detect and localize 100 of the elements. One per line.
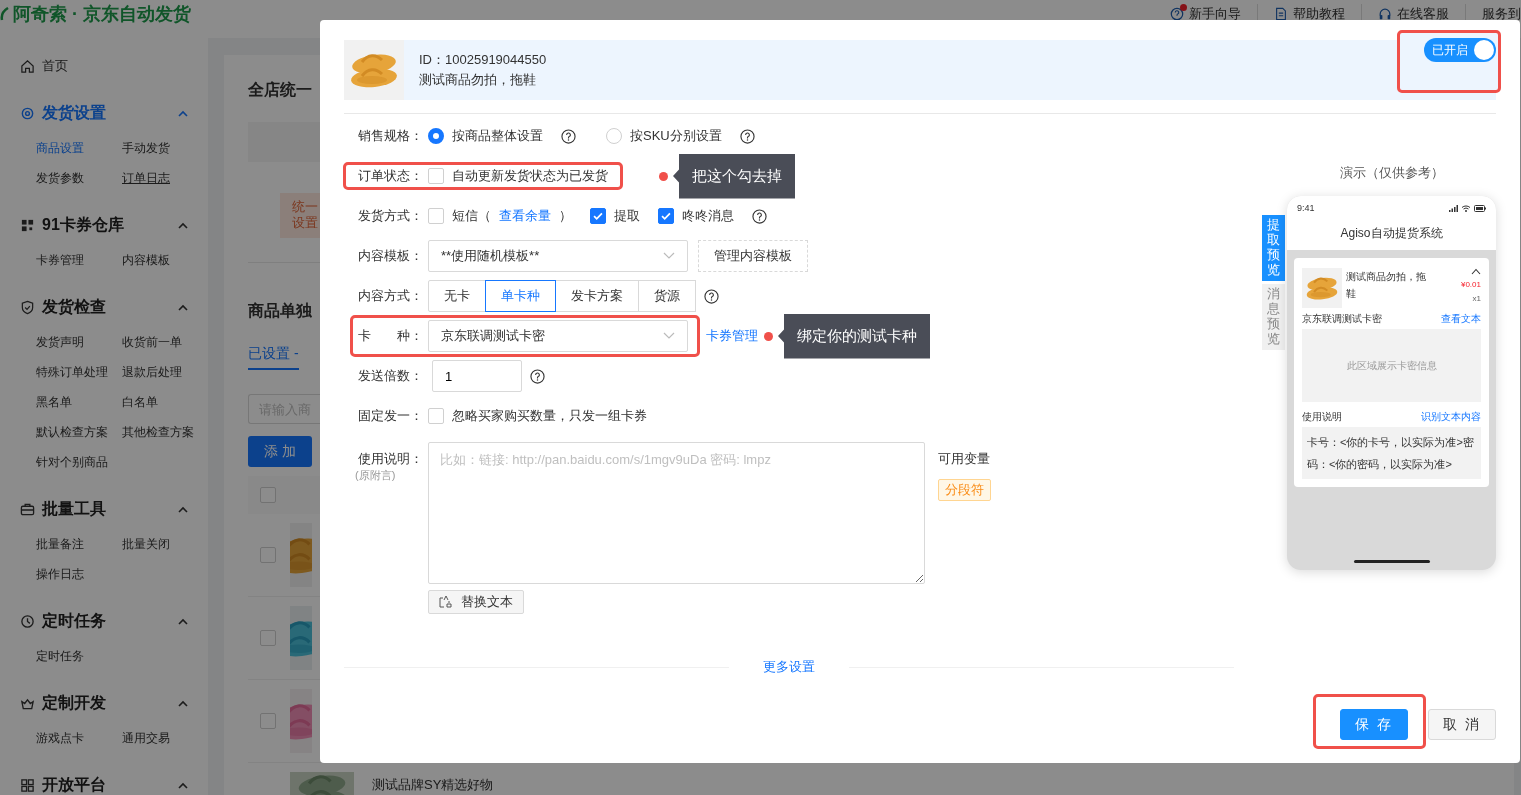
header-link[interactable]: 新手向导 bbox=[1154, 4, 1257, 24]
help-icon[interactable] bbox=[561, 128, 576, 144]
help-icon[interactable] bbox=[739, 128, 755, 144]
checkbox[interactable] bbox=[590, 208, 606, 224]
save-button[interactable]: 保 存 bbox=[1340, 709, 1409, 740]
sidebar-item[interactable]: 退款后处理 bbox=[122, 363, 182, 381]
sidebar-group-title[interactable]: 定制开发 bbox=[42, 692, 106, 714]
segment-button[interactable]: 发卡方案 bbox=[555, 280, 639, 312]
squares-icon bbox=[20, 777, 35, 793]
sidebar-item[interactable]: 游戏点卡 bbox=[36, 729, 84, 747]
sidebar-group-title[interactable]: 定时任务 bbox=[42, 610, 106, 632]
help-icon[interactable] bbox=[704, 288, 719, 304]
chevron-up-icon[interactable] bbox=[1471, 268, 1481, 275]
sidebar-item[interactable]: 批量关闭 bbox=[122, 535, 170, 553]
sidebar-item[interactable]: 商品设置 bbox=[36, 139, 84, 157]
help-icon[interactable] bbox=[530, 368, 545, 384]
replace-icon bbox=[439, 595, 453, 609]
sidebar-item[interactable]: 首页 bbox=[42, 57, 68, 75]
sidebar-group-title[interactable]: 91卡券仓库 bbox=[42, 214, 124, 236]
chevron-up-icon[interactable] bbox=[178, 303, 188, 311]
chevron-down-icon bbox=[663, 332, 675, 340]
sidebar-item[interactable]: 手动发货 bbox=[122, 139, 170, 157]
marker-dot bbox=[764, 331, 773, 341]
select-field[interactable]: 京东联调测试卡密 bbox=[428, 320, 688, 352]
instructions-field[interactable]: 比如：链接: http://pan.baidu.com/s/1mgv9uDa 密码: lmpz bbox=[428, 442, 925, 584]
checkbox-label[interactable]: 提取 bbox=[614, 207, 640, 225]
sidebar-item[interactable]: 针对个别商品 bbox=[36, 453, 108, 471]
preview-tab[interactable]: 提取预览 bbox=[1262, 215, 1285, 281]
cancel-button[interactable]: 取 消 bbox=[1428, 709, 1496, 740]
usage-text: 卡号：<你的卡号，以实际为准>密码：<你的密码，以实际为准> bbox=[1302, 427, 1481, 479]
product-name: 测试商品勿拍，拖鞋 bbox=[1346, 270, 1427, 301]
grid-icon bbox=[20, 217, 35, 233]
document-icon bbox=[1274, 7, 1288, 21]
marker-dot bbox=[659, 171, 668, 181]
sidebar-group-title[interactable]: 开放平台 bbox=[42, 774, 106, 795]
form-label: 内容方式： bbox=[358, 287, 424, 305]
radio-option[interactable]: 按SKU分别设置 bbox=[606, 127, 722, 145]
battery-icon bbox=[1474, 204, 1486, 212]
sidebar-item[interactable]: 默认检查方案 bbox=[36, 423, 108, 441]
chevron-up-icon[interactable] bbox=[178, 617, 188, 625]
view-balance-link[interactable]: 查看余量 bbox=[499, 207, 551, 225]
sidebar-item[interactable]: 收货前一单 bbox=[122, 333, 182, 351]
radio-button[interactable] bbox=[428, 128, 444, 144]
card-manage-link[interactable]: 卡券管理 bbox=[706, 327, 758, 345]
wifi-icon bbox=[1461, 204, 1471, 212]
headset-icon bbox=[1378, 7, 1392, 21]
page-title: 全店统一 bbox=[248, 80, 312, 100]
form-label: 卡 种： bbox=[358, 327, 424, 345]
radio-option[interactable]: 按商品整体设置 bbox=[428, 127, 543, 145]
sidebar-group-title[interactable]: 发货设置 bbox=[42, 102, 106, 124]
sidebar-item[interactable]: 定时任务 bbox=[36, 647, 84, 665]
checkbox-label[interactable]: 咚咚消息 bbox=[682, 207, 734, 225]
variables-title: 可用变量 bbox=[938, 451, 990, 467]
chevron-up-icon[interactable] bbox=[178, 505, 188, 513]
number-field[interactable]: 1 bbox=[432, 360, 522, 392]
tab[interactable]: 已设置 - bbox=[248, 344, 299, 370]
replace-text-button[interactable]: 替换文本 bbox=[428, 590, 524, 614]
sidebar-item[interactable]: 白名单 bbox=[122, 393, 158, 411]
form-sublabel: (原附言) bbox=[355, 468, 397, 483]
checkbox[interactable] bbox=[658, 208, 674, 224]
form-label: 发送倍数： bbox=[358, 367, 424, 385]
manage-templates-button[interactable]: 管理内容模板 bbox=[698, 240, 808, 272]
sidebar-item[interactable]: 卡券管理 bbox=[36, 251, 84, 269]
logo-text: 阿奇索 · 京东自动发货 bbox=[13, 3, 191, 26]
toggle-switch[interactable]: 已开启 bbox=[1424, 38, 1496, 62]
segment-button[interactable]: 货源 bbox=[638, 280, 696, 312]
preview-tab[interactable]: 消息预览 bbox=[1262, 283, 1285, 350]
sidebar-item[interactable]: 批量备注 bbox=[36, 535, 84, 553]
card-name: 京东联调测试卡密 bbox=[1302, 312, 1382, 326]
sidebar-item[interactable]: 发货参数 bbox=[36, 169, 84, 187]
select-field[interactable]: **使用随机模板** bbox=[428, 240, 688, 272]
chevron-up-icon[interactable] bbox=[178, 221, 188, 229]
signal-icon bbox=[1449, 204, 1458, 212]
sidebar-item[interactable]: 订单日志 bbox=[122, 169, 170, 187]
more-settings-link[interactable]: 更多设置 bbox=[763, 658, 815, 676]
sidebar-item[interactable]: 特殊订单处理 bbox=[36, 363, 108, 381]
sidebar-item[interactable]: 其他检查方案 bbox=[122, 423, 194, 441]
sidebar-item[interactable]: 黑名单 bbox=[36, 393, 72, 411]
callout-tooltip: 绑定你的测试卡种 bbox=[778, 313, 930, 359]
card-info-field: 此区域展示卡密信息 bbox=[1302, 329, 1481, 402]
help-icon[interactable] bbox=[752, 208, 767, 224]
add-button[interactable]: 添 加 bbox=[248, 436, 312, 467]
segment-button[interactable]: 单卡种 bbox=[485, 280, 556, 312]
chevron-up-icon[interactable] bbox=[178, 781, 188, 789]
sidebar-group-title[interactable]: 发货检查 bbox=[42, 296, 106, 318]
segment-button[interactable]: 无卡 bbox=[428, 280, 486, 312]
recognize-text-link[interactable]: 识别文本内容 bbox=[1421, 410, 1481, 424]
sidebar-group-title[interactable]: 批量工具 bbox=[42, 498, 106, 520]
chevron-up-icon[interactable] bbox=[178, 699, 188, 707]
sidebar-item[interactable]: 操作日志 bbox=[36, 565, 84, 583]
checkbox-label[interactable]: 自动更新发货状态为已发货 bbox=[452, 167, 608, 185]
checkbox-label[interactable]: 忽略买家购买数量，只发一组卡券 bbox=[452, 407, 647, 425]
form-label: 订单状态： bbox=[358, 167, 424, 185]
sidebar-item[interactable]: 内容模板 bbox=[122, 251, 170, 269]
sidebar-item[interactable]: 通用交易 bbox=[122, 729, 170, 747]
checkbox-label[interactable]: 短信（ 查看余量 ） bbox=[452, 207, 572, 225]
clock-icon bbox=[20, 613, 35, 629]
sidebar-item[interactable]: 发货声明 bbox=[36, 333, 84, 351]
view-text-link[interactable]: 查看文本 bbox=[1441, 312, 1481, 326]
briefcase-icon bbox=[20, 501, 35, 517]
